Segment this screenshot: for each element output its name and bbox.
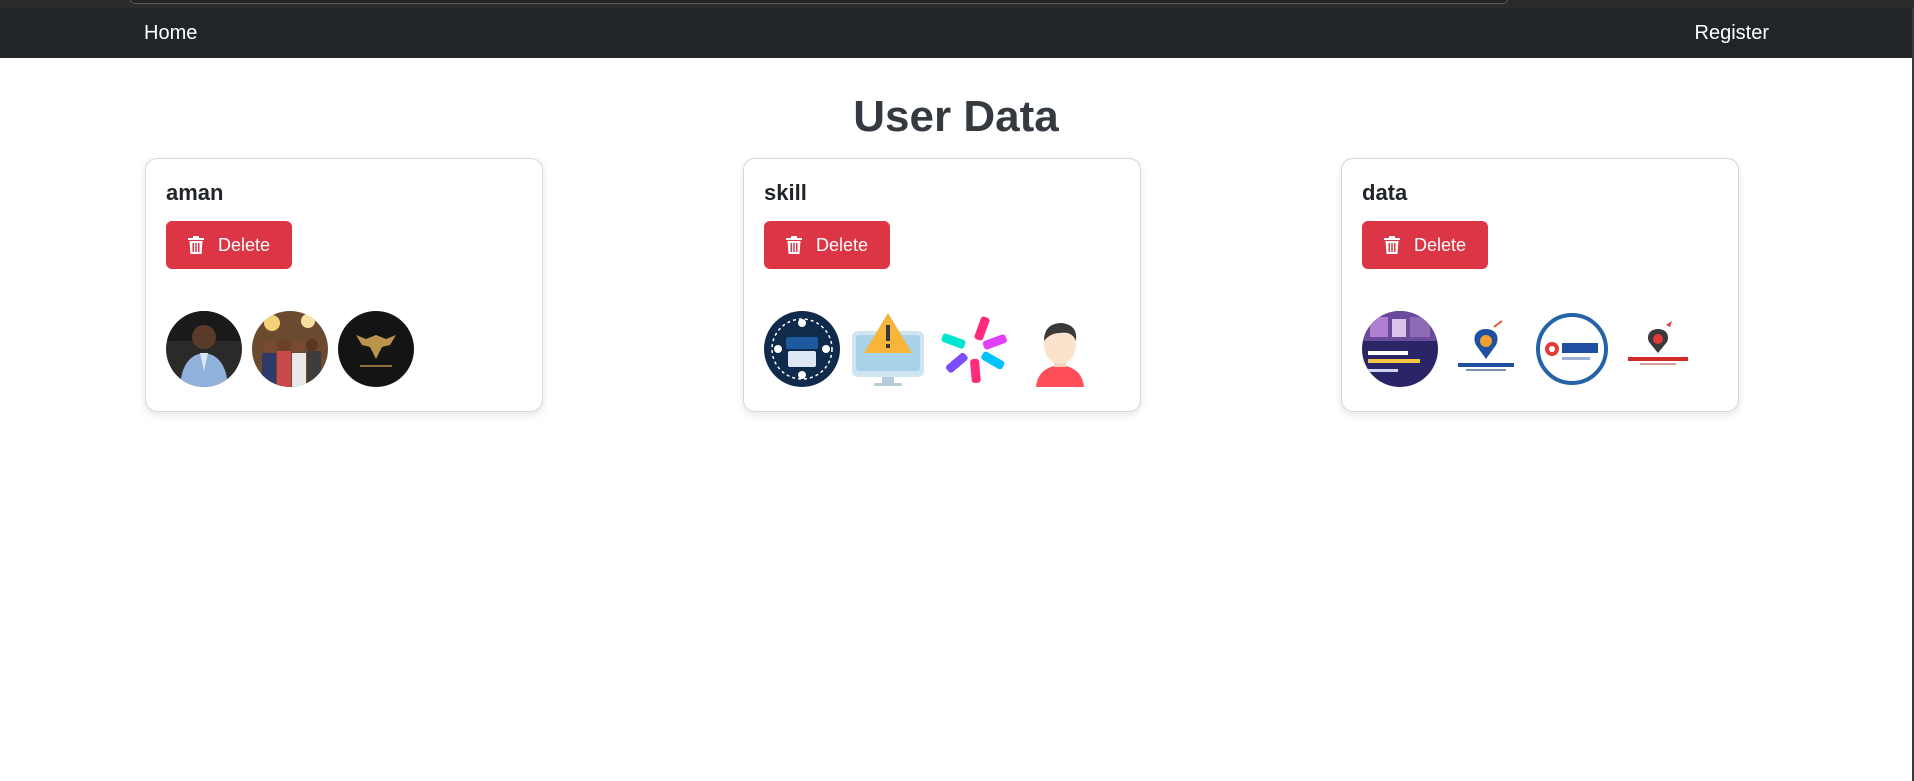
- user-name: data: [1362, 180, 1408, 205]
- delete-label: Delete: [1414, 234, 1467, 255]
- user-card: data Delete: [1341, 158, 1739, 412]
- delete-label: Delete: [816, 234, 869, 255]
- user-name: skill: [764, 180, 807, 205]
- user-images: [166, 311, 522, 387]
- warning-monitor-image: [850, 311, 926, 387]
- web-development-image: [764, 311, 840, 387]
- group-photo-image: [252, 311, 328, 387]
- delete-button[interactable]: Delete: [764, 221, 891, 269]
- trash-icon: [1384, 236, 1400, 254]
- page: Home Register User Data aman Delete skil…: [0, 8, 1912, 781]
- user-card: aman Delete: [145, 158, 543, 412]
- user-images: [764, 311, 1120, 387]
- user-images: [1362, 311, 1718, 387]
- nav-home-link[interactable]: Home: [144, 22, 197, 45]
- navbar: Home Register: [0, 8, 1912, 58]
- delete-label: Delete: [218, 234, 271, 255]
- journey-junction-logo-image: [1448, 311, 1524, 387]
- user-cards: aman Delete skill Delete data Delete: [0, 158, 1912, 418]
- user-name: aman: [166, 180, 224, 205]
- user-card: skill Delete: [743, 158, 1141, 412]
- delete-button[interactable]: Delete: [166, 221, 293, 269]
- trash-icon: [188, 236, 204, 254]
- admission-poster-image: [1362, 311, 1438, 387]
- address-bar-edge: [130, 0, 1508, 4]
- avatar-image: [1022, 311, 1098, 387]
- journey-badge-image: [1534, 311, 1610, 387]
- delete-button[interactable]: Delete: [1362, 221, 1489, 269]
- nav-register-link[interactable]: Register: [1695, 22, 1769, 45]
- trash-icon: [786, 236, 802, 254]
- logo-image: [338, 311, 414, 387]
- browser-chrome: [0, 0, 1914, 8]
- profile-photo-image: [166, 311, 242, 387]
- colorful-logo-image: [936, 311, 1012, 387]
- journey-junction-red-logo-image: [1620, 311, 1696, 387]
- page-title: User Data: [853, 92, 1059, 141]
